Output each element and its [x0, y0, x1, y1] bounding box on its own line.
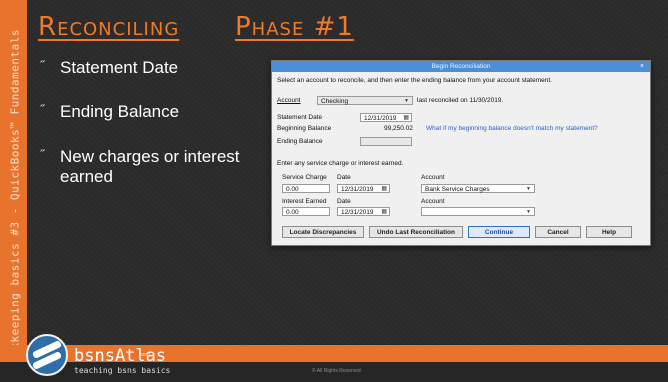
bullet-mark: ˝ — [40, 147, 45, 162]
service-account-select[interactable]: Bank Service Charges ▼ — [421, 184, 535, 193]
account-select[interactable]: Checking ▼ — [317, 96, 413, 105]
close-icon[interactable]: × — [640, 61, 644, 72]
bullet-text: New charges or interest earned — [60, 147, 240, 186]
copyright-text: © All Rights Reserved — [312, 368, 361, 374]
service-date-label: Date — [337, 174, 351, 181]
interest-earned-field[interactable]: 0.00 — [282, 207, 330, 216]
side-accent-bar: bookkeeping basics #3 - QuickBooks™ Fund… — [0, 0, 27, 371]
calendar-icon[interactable]: ▦ — [403, 114, 409, 123]
last-reconciled-text: last reconciled on 11/30/2019. — [417, 97, 504, 104]
begin-reconciliation-dialog: Begin Reconciliation × Select an account… — [271, 60, 651, 246]
chevron-down-icon: ▼ — [526, 186, 531, 192]
interest-date-value: 12/31/2019 — [341, 209, 374, 216]
ending-balance-label: Ending Balance — [277, 138, 323, 145]
undo-last-reconciliation-button[interactable]: Undo Last Reconciliation — [369, 226, 463, 238]
service-account-value: Bank Service Charges — [425, 186, 490, 193]
service-date-field[interactable]: 12/31/2019 ▦ — [337, 184, 390, 193]
bullet-mark: ˝ — [40, 58, 45, 73]
slide-title-phase: Phase #1 — [235, 12, 354, 42]
account-label: Account — [277, 97, 301, 104]
service-charge-field[interactable]: 0.00 — [282, 184, 330, 193]
statement-date-label: Statement Date — [277, 114, 323, 121]
bsnsatlas-logo-icon — [26, 334, 68, 376]
interest-account-select[interactable]: ▼ — [421, 207, 535, 216]
locate-discrepancies-button[interactable]: Locate Discrepancies — [282, 226, 364, 238]
ending-balance-field[interactable] — [360, 137, 412, 146]
account-value: Checking — [321, 98, 349, 105]
service-prompt: Enter any service charge or interest ear… — [277, 160, 404, 167]
beginning-balance-label: Beginning Balance — [277, 125, 332, 132]
bullet-mark: ˝ — [40, 102, 45, 117]
dialog-title: Begin Reconciliation — [431, 63, 491, 70]
continue-button[interactable]: Continue — [468, 226, 530, 238]
interest-date-field[interactable]: 12/31/2019 ▦ — [337, 207, 390, 216]
interest-earned-label: Interest Earned — [282, 198, 327, 205]
statement-date-field[interactable]: 12/31/2019 ▦ — [360, 113, 412, 122]
interest-date-label: Date — [337, 198, 351, 205]
statement-date-value: 12/31/2019 — [364, 115, 397, 122]
bullet-text: Ending Balance — [60, 102, 180, 121]
service-date-value: 12/31/2019 — [341, 186, 374, 193]
brand-tagline: teaching bsns basics — [74, 366, 171, 375]
help-button[interactable]: Help — [586, 226, 632, 238]
calendar-icon[interactable]: ▦ — [381, 208, 387, 217]
brand-name: bsnsAtlas — [74, 346, 167, 366]
service-charge-label: Service Charge — [282, 174, 327, 181]
slide-title-reconciling: Reconciling — [38, 12, 180, 42]
brand-suffix: .com — [139, 352, 150, 358]
side-vertical-text: bookkeeping basics #3 - QuickBooks™ Fund… — [8, 29, 22, 371]
beginning-balance-value: 99,250.02 — [384, 125, 413, 132]
cancel-button[interactable]: Cancel — [535, 226, 581, 238]
calendar-icon[interactable]: ▦ — [381, 185, 387, 194]
interest-account-label: Account — [421, 198, 445, 205]
bullet-text: Statement Date — [60, 58, 179, 77]
dialog-title-bar: Begin Reconciliation × — [272, 61, 650, 72]
dialog-instruction: Select an account to reconcile, and then… — [277, 77, 552, 84]
chevron-down-icon: ▼ — [404, 98, 409, 104]
service-account-label: Account — [421, 174, 445, 181]
chevron-down-icon: ▼ — [526, 209, 531, 215]
beginning-balance-help-link[interactable]: What if my beginning balance doesn't mat… — [426, 125, 598, 132]
